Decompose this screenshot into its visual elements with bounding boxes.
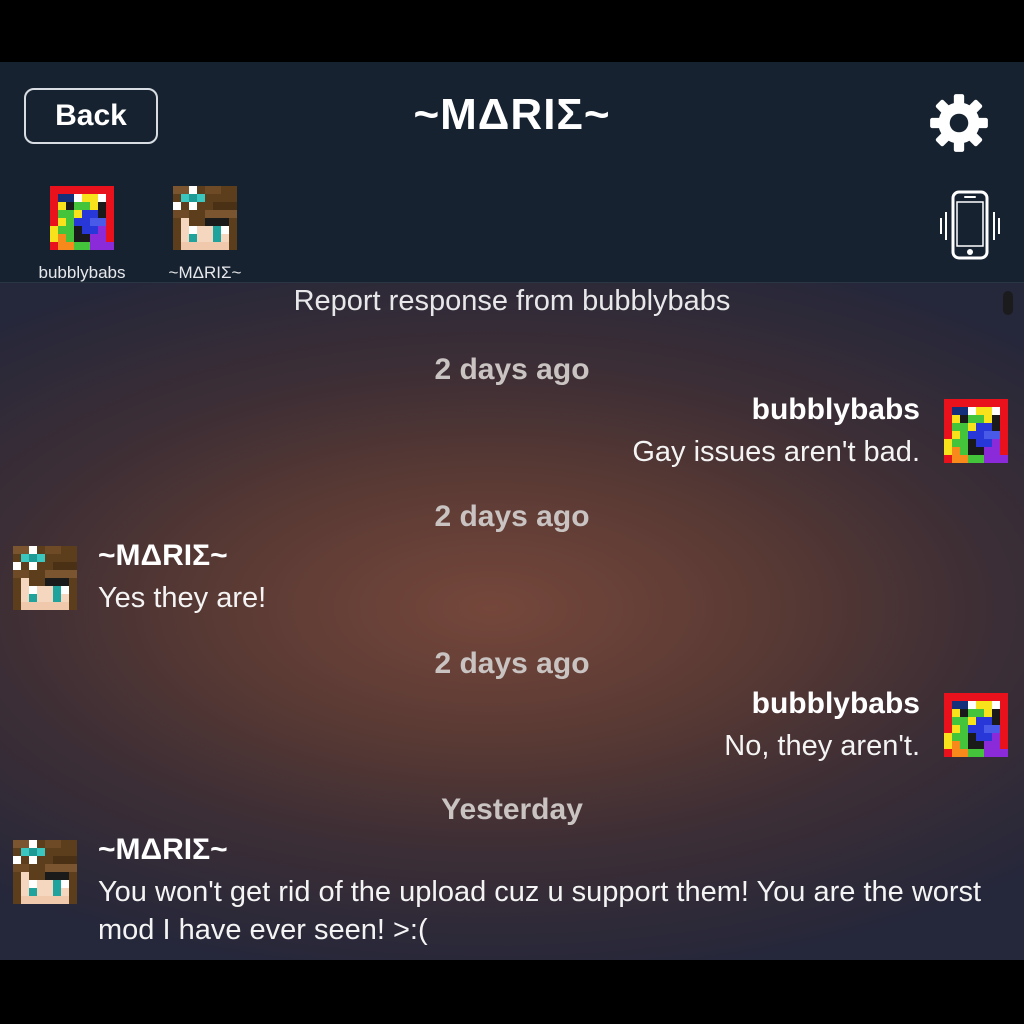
timestamp: Yesterday <box>441 793 583 826</box>
rainbow-avatar[interactable] <box>944 693 1008 757</box>
sender-name: ~MΔRIΣ~ <box>98 833 228 866</box>
timestamp: 2 days ago <box>434 647 590 680</box>
rainbow-avatar[interactable] <box>944 399 1008 463</box>
message-text: Yes they are! <box>98 582 267 614</box>
back-button[interactable]: Back <box>24 88 158 144</box>
girl-avatar[interactable] <box>13 546 77 610</box>
participant-bubblybabs[interactable]: bubblybabs <box>27 186 137 283</box>
participant-maris[interactable]: ~MΔRIΣ~ <box>150 186 260 283</box>
sender-name: ~MΔRIΣ~ <box>98 539 228 572</box>
girl-avatar <box>173 186 237 250</box>
message-text: Gay issues aren't bad. <box>632 436 920 468</box>
participant-name: ~MΔRIΣ~ <box>168 263 242 282</box>
timestamp: 2 days ago <box>434 500 590 533</box>
message-text: No, they aren't. <box>724 730 920 762</box>
timestamp: 2 days ago <box>434 353 590 386</box>
rainbow-avatar <box>50 186 114 250</box>
message-text: You won't get rid of the upload cuz u su… <box>98 876 982 946</box>
conversation-header: Back ~MΔRIΣ~ bubblybabs ~MΔRIΣ~ <box>0 62 1024 283</box>
message-bubble: bubblybabs Gay issues aren't bad. <box>632 393 920 471</box>
chat-area[interactable]: Report response from bubblybabs 2 days a… <box>0 283 1024 960</box>
message-bubble: ~MΔRIΣ~ Yes they are! <box>98 539 998 617</box>
message-bubble: ~MΔRIΣ~ You won't get rid of the upload … <box>98 833 998 949</box>
gear-icon[interactable] <box>926 90 992 156</box>
report-notice: Report response from bubblybabs <box>293 285 731 317</box>
message-bubble: bubblybabs No, they aren't. <box>724 687 920 765</box>
sender-name: bubblybabs <box>751 393 920 426</box>
bottom-bar <box>0 960 1024 1024</box>
participant-name: bubblybabs <box>38 263 126 282</box>
girl-avatar[interactable] <box>13 840 77 904</box>
status-bar <box>0 0 1024 62</box>
sender-name: bubblybabs <box>751 687 920 720</box>
phone-vibrate-icon[interactable] <box>936 190 1004 266</box>
page-title: ~MΔRIΣ~ <box>413 90 611 139</box>
